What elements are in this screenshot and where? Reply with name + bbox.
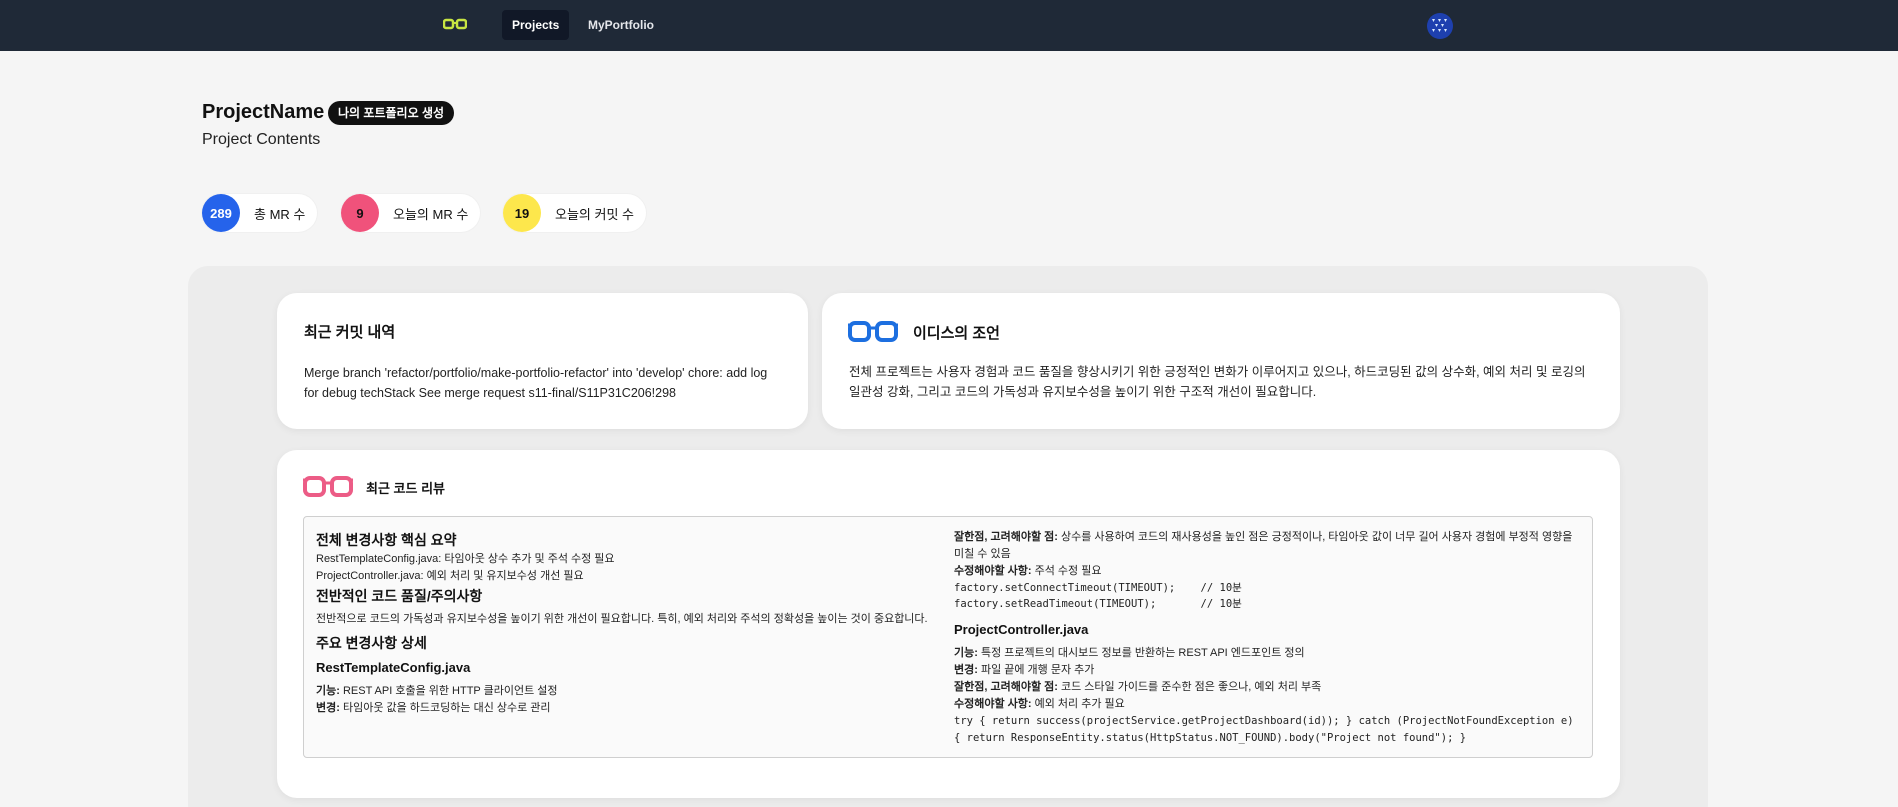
summary-line: RestTemplateConfig.java: 타임아웃 상수 추가 및 주석… — [316, 553, 615, 565]
review-right-column: 잘한점, 고려해야할 점: 상수를 사용하여 코드의 재사용성을 높인 점은 긍… — [954, 529, 1579, 747]
avatar[interactable] — [1427, 13, 1453, 39]
nav-tab-myportfolio[interactable]: MyPortfolio — [578, 10, 664, 40]
nav-tab-projects[interactable]: Projects — [502, 10, 570, 40]
file1-function: 기능: REST API 호출을 위한 HTTP 클라이언트 설정 — [316, 685, 558, 697]
top-navbar: Projects MyPortfolio — [0, 0, 1898, 51]
quality-heading: 전반적인 코드 품질/주의사항 — [316, 588, 483, 604]
stat-value: 9 — [341, 194, 379, 232]
code-block: try { return success(projectService.getP… — [954, 715, 1574, 744]
file-name-resttemplateconfig: RestTemplateConfig.java — [316, 660, 471, 675]
commit-message: Merge branch 'refactor/portfolio/make-po… — [304, 366, 768, 400]
review-content-box[interactable]: 전체 변경사항 핵심 요약 RestTemplateConfig.java: 타… — [303, 516, 1593, 758]
summary-heading: 전체 변경사항 핵심 요약 — [316, 532, 457, 548]
stat-value: 289 — [202, 194, 240, 232]
pink-glasses-icon — [303, 476, 353, 497]
stat-today-commits: 19 오늘의 커밋 수 — [503, 194, 646, 232]
review-left-column: 전체 변경사항 핵심 요약 RestTemplateConfig.java: 타… — [316, 529, 941, 717]
project-subtitle: Project Contents — [202, 131, 321, 148]
file1-fix: 수정해야할 사항: 주석 수정 필요 — [954, 565, 1102, 577]
advice-text: 전체 프로젝트는 사용자 경험과 코드 품질을 향상시키기 위한 긍정적인 변화… — [849, 365, 1586, 399]
file1-good-points: 잘한점, 고려해야할 점: 상수를 사용하여 코드의 재사용성을 높인 점은 긍… — [954, 531, 1573, 560]
create-portfolio-button[interactable]: 나의 포트폴리오 생성 — [328, 101, 455, 125]
code-line: factory.setReadTimeout(TIMEOUT); // 10분 — [954, 598, 1242, 610]
stat-total-mr: 289 총 MR 수 — [202, 194, 318, 232]
glasses-icon[interactable] — [443, 16, 467, 34]
avatar-icon — [1427, 13, 1453, 39]
detail-heading: 주요 변경사항 상세 — [316, 635, 427, 651]
advice-card-title: 이디스의 조언 — [913, 325, 1000, 342]
blue-glasses-icon — [848, 321, 898, 342]
file2-fix: 수정해야할 사항: 예외 처리 추가 필요 — [954, 698, 1125, 710]
file2-change: 변경: 파일 끝에 개행 문자 추가 — [954, 664, 1095, 676]
advice-card: 이디스의 조언 전체 프로젝트는 사용자 경험과 코드 품질을 향상시키기 위한… — [822, 293, 1620, 429]
stat-label: 오늘의 커밋 수 — [555, 206, 634, 222]
commit-card-title: 최근 커밋 내역 — [304, 324, 396, 341]
code-line: factory.setConnectTimeout(TIMEOUT); // 1… — [954, 582, 1242, 594]
file1-change: 변경: 타임아웃 값을 하드코딩하는 대신 상수로 관리 — [316, 702, 551, 714]
stat-value: 19 — [503, 194, 541, 232]
project-name: ProjectName — [202, 101, 325, 123]
summary-line: ProjectController.java: 예외 처리 및 유지보수성 개선… — [316, 570, 584, 582]
file2-good-points: 잘한점, 고려해야할 점: 코드 스타일 가이드를 준수한 점은 좋으나, 예외… — [954, 681, 1322, 693]
recent-commit-card: 최근 커밋 내역 Merge branch 'refactor/portfoli… — [277, 293, 808, 429]
code-review-card: 최근 코드 리뷰 전체 변경사항 핵심 요약 RestTemplateConfi… — [277, 450, 1620, 798]
review-card-title: 최근 코드 리뷰 — [366, 481, 445, 496]
file-name-projectcontroller: ProjectController.java — [954, 622, 1089, 637]
stat-label: 총 MR 수 — [254, 206, 306, 222]
stat-today-mr: 9 오늘의 MR 수 — [341, 194, 481, 232]
file2-function: 기능: 특정 프로젝트의 대시보드 정보를 반환하는 REST API 엔드포인… — [954, 647, 1305, 659]
stat-label: 오늘의 MR 수 — [393, 206, 469, 222]
quality-text: 전반적으로 코드의 가독성과 유지보수성을 높이기 위한 개선이 필요합니다. … — [316, 613, 928, 625]
